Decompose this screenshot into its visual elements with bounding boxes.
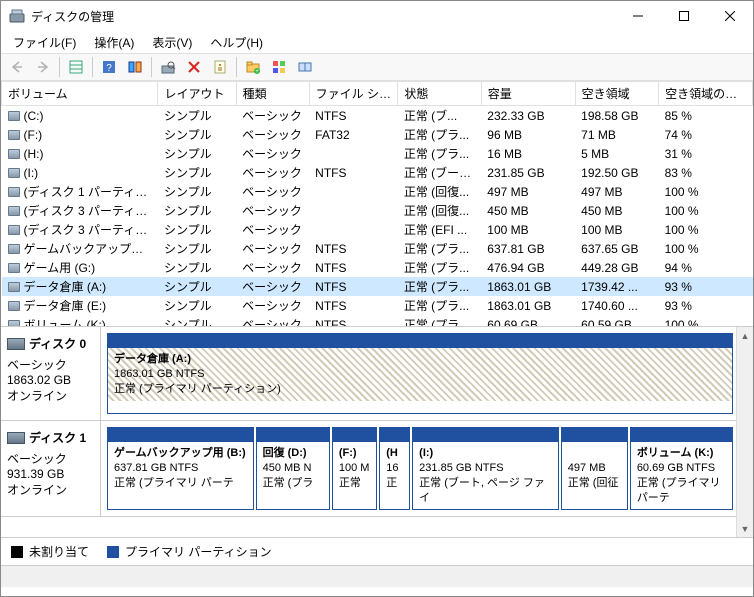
legend-unallocated-swatch [11,546,23,558]
col-freepct[interactable]: 空き領域の割... [659,82,753,106]
menu-view[interactable]: 表示(V) [144,32,200,53]
volume-icon [8,320,20,327]
volume-icon [8,225,20,235]
volume-icon [8,111,20,121]
legend-primary-swatch [107,546,119,558]
delete-icon[interactable] [182,55,206,79]
volume-icon [8,187,20,197]
partition[interactable]: データ倉庫 (A:)1863.01 GB NTFS正常 (プライマリ パーティシ… [107,333,733,414]
partition[interactable]: ゲームバックアップ用 (B:)637.81 GB NTFS正常 (プライマリ パ… [107,427,254,510]
volume-icon [8,244,20,254]
new-folder-icon[interactable]: + [241,55,265,79]
legend-unallocated-label: 未割り当て [29,543,89,560]
volume-table: ボリューム レイアウト 種類 ファイル システム 状態 容量 空き領域 空き領域… [1,81,753,327]
scrollbar-vertical[interactable]: ▲ ▼ [736,327,753,537]
partition-icon[interactable] [293,55,317,79]
volume-list-pane[interactable]: ボリューム レイアウト 種類 ファイル システム 状態 容量 空き領域 空き領域… [1,81,753,327]
volume-icon [8,168,20,178]
volume-icon [8,206,20,216]
disk-icon [7,338,25,350]
table-row[interactable]: (ディスク 3 パーティシ...シンプルベーシック正常 (回復...450 MB… [2,201,753,220]
back-button[interactable] [5,55,29,79]
scroll-up-icon[interactable]: ▲ [737,327,753,344]
col-fs[interactable]: ファイル システム [309,82,398,106]
maximize-button[interactable] [661,1,707,31]
properties-icon[interactable] [208,55,232,79]
partition[interactable]: (I:)231.85 GB NTFS正常 (ブート, ページ ファイ [412,427,559,510]
disk-row: ディスク 0ベーシック1863.02 GBオンラインデータ倉庫 (A:)1863… [1,327,753,421]
table-row[interactable]: (C:)シンプルベーシックNTFS正常 (ブ...232.33 GB198.58… [2,106,753,126]
volume-icon [8,130,20,140]
menu-file[interactable]: ファイル(F) [5,32,84,53]
col-layout[interactable]: レイアウト [158,82,236,106]
titlebar: ディスクの管理 [1,1,753,31]
table-row[interactable]: ゲーム用 (G:)シンプルベーシックNTFS正常 (プラ...476.94 GB… [2,258,753,277]
menubar: ファイル(F) 操作(A) 表示(V) ヘルプ(H) [1,31,753,53]
table-row[interactable]: ゲームバックアップ用 ...シンプルベーシックNTFS正常 (プラ...637.… [2,239,753,258]
partition[interactable]: ボリューム (K:)60.69 GB NTFS正常 (プライマリ パーテ [630,427,733,510]
partition[interactable]: 回復 (D:)450 MB N正常 (プラ [256,427,330,510]
col-volume[interactable]: ボリューム [2,82,158,106]
legend: 未割り当て プライマリ パーティション [1,537,753,565]
help-icon[interactable]: ? [97,55,121,79]
svg-text:?: ? [106,63,112,74]
table-row[interactable]: (F:)シンプルベーシックFAT32正常 (プラ...96 MB71 MB74 … [2,125,753,144]
col-status[interactable]: 状態 [398,82,481,106]
toolbar: ? + [1,53,753,81]
col-free[interactable]: 空き領域 [575,82,658,106]
table-row[interactable]: (ディスク 1 パーティシ...シンプルベーシック正常 (回復...497 MB… [2,182,753,201]
table-row[interactable]: (ディスク 3 パーティシ...シンプルベーシック正常 (EFI ...100 … [2,220,753,239]
table-row[interactable]: ボリューム (K:)シンプルベーシックNTFS正常 (プラ...60.69 GB… [2,315,753,327]
statusbar [1,565,753,587]
disk-graphical-pane[interactable]: ディスク 0ベーシック1863.02 GBオンラインデータ倉庫 (A:)1863… [1,327,753,537]
volume-icon [8,263,20,273]
palette-icon[interactable] [267,55,291,79]
view-graphical-icon[interactable] [123,55,147,79]
close-button[interactable] [707,1,753,31]
svg-text:+: + [255,69,259,75]
partition[interactable]: 497 MB正常 (回征 [561,427,628,510]
disk-header[interactable]: ディスク 1ベーシック931.39 GBオンライン [1,421,101,516]
col-type[interactable]: 種類 [236,82,309,106]
menu-help[interactable]: ヘルプ(H) [202,32,271,53]
table-header-row: ボリューム レイアウト 種類 ファイル システム 状態 容量 空き領域 空き領域… [2,82,753,106]
table-row[interactable]: (I:)シンプルベーシックNTFS正常 (ブート...231.85 GB192.… [2,163,753,182]
table-row[interactable]: データ倉庫 (E:)シンプルベーシックNTFS正常 (プラ...1863.01 … [2,296,753,315]
partition[interactable]: (F:)100 M正常 [332,427,377,510]
volume-icon [8,282,20,292]
volume-icon [8,301,20,311]
legend-primary-label: プライマリ パーティション [125,543,272,560]
table-row[interactable]: データ倉庫 (A:)シンプルベーシックNTFS正常 (プラ...1863.01 … [2,277,753,296]
col-capacity[interactable]: 容量 [481,82,575,106]
table-row[interactable]: (H:)シンプルベーシック正常 (プラ...16 MB5 MB31 % [2,144,753,163]
minimize-button[interactable] [615,1,661,31]
disk-header[interactable]: ディスク 0ベーシック1863.02 GBオンライン [1,327,101,420]
disk-row: ディスク 1ベーシック931.39 GBオンラインゲームバックアップ用 (B:)… [1,421,753,517]
app-icon [9,8,25,24]
view-list-icon[interactable] [64,55,88,79]
forward-button[interactable] [31,55,55,79]
scroll-down-icon[interactable]: ▼ [737,520,753,537]
window-title: ディスクの管理 [31,8,615,25]
volume-icon [8,149,20,159]
menu-action[interactable]: 操作(A) [86,32,142,53]
partition[interactable]: (H16正 [379,427,410,510]
disk-icon [7,432,25,444]
rescan-icon[interactable] [156,55,180,79]
